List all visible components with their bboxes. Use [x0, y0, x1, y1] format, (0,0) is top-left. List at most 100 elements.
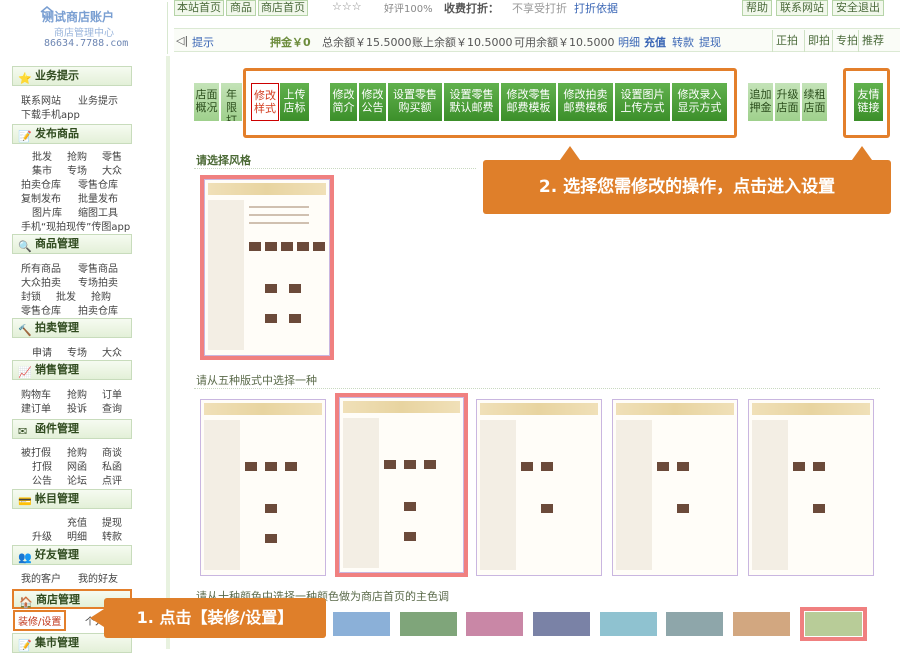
sidebar: ⭐ 业务提示 联系网站 业务提示 下载手机app 📝 发布商品 批发 抢购 零售 集…: [8, 60, 168, 653]
sidebar-link[interactable]: 升级: [32, 528, 52, 543]
sidebar-section-auction[interactable]: 🔨 拍卖管理: [12, 318, 132, 338]
sidebar-link[interactable]: 大众: [102, 162, 122, 177]
sidebar-section-sales[interactable]: 📈 销售管理: [12, 360, 132, 380]
sidebar-link[interactable]: 批发: [56, 288, 76, 303]
logout-button[interactable]: 安全退出: [832, 0, 884, 16]
sidebar-link[interactable]: 拍卖仓库: [21, 176, 61, 191]
sidebar-link[interactable]: 零售仓库: [21, 302, 61, 317]
nav-shop-home[interactable]: 商店首页: [258, 0, 308, 16]
thumb-item: [249, 242, 261, 251]
layout-thumbnail-2[interactable]: [339, 397, 464, 573]
hint-link[interactable]: 提示: [192, 34, 214, 50]
button-zhengpai[interactable]: 正拍: [772, 30, 801, 52]
sidebar-link[interactable]: 转款: [102, 528, 122, 543]
withdraw-link[interactable]: 提现: [699, 34, 721, 50]
sidebar-link[interactable]: 图片库: [32, 204, 62, 219]
tab-annual-discount[interactable]: 年限 打折: [221, 83, 243, 121]
callout-arrow: [90, 609, 104, 627]
sidebar-link[interactable]: 提现: [102, 514, 122, 529]
sidebar-link[interactable]: 抢购: [67, 444, 87, 459]
sidebar-section-goods[interactable]: 🔍 商品管理: [12, 234, 132, 254]
contact-site-button[interactable]: 联系网站: [776, 0, 828, 16]
sidebar-link[interactable]: 充值: [67, 514, 87, 529]
nav-goods[interactable]: 商品: [226, 0, 256, 16]
sidebar-link[interactable]: 零售商品: [78, 260, 118, 275]
color-swatch[interactable]: [400, 612, 457, 636]
sidebar-link[interactable]: 订单: [102, 386, 122, 401]
tab-add-deposit[interactable]: 追加 押金: [748, 83, 774, 121]
sidebar-link[interactable]: 复制发布: [21, 190, 61, 205]
sidebar-link[interactable]: 零售: [102, 148, 122, 163]
sidebar-link[interactable]: 零售仓库: [78, 176, 118, 191]
tab-renew-shop[interactable]: 续租 店面: [802, 83, 828, 121]
sidebar-link[interactable]: 我的好友: [78, 570, 118, 585]
sidebar-section-business[interactable]: ⭐ 业务提示: [12, 66, 132, 86]
button-jipai[interactable]: 即拍: [804, 30, 833, 52]
sidebar-link[interactable]: 点评: [102, 472, 122, 487]
color-swatch[interactable]: [533, 612, 590, 636]
sidebar-link[interactable]: 所有商品: [21, 260, 61, 275]
step2-callout: 2. 选择您需修改的操作，点击进入设置: [483, 160, 891, 214]
sidebar-link[interactable]: 网函: [67, 458, 87, 473]
color-swatch[interactable]: [666, 612, 723, 636]
sidebar-link[interactable]: 论坛: [67, 472, 87, 487]
sidebar-link[interactable]: 申请: [32, 344, 52, 359]
sidebar-link[interactable]: 被打假: [21, 444, 51, 459]
sidebar-section-accounts[interactable]: 💳 帐目管理: [12, 489, 132, 509]
detail-link[interactable]: 明细: [618, 34, 640, 50]
sidebar-link[interactable]: 专场: [67, 162, 87, 177]
sidebar-link[interactable]: 集市: [32, 162, 52, 177]
recharge-link[interactable]: 充值: [644, 34, 666, 50]
sidebar-section-publish[interactable]: 📝 发布商品: [12, 124, 132, 144]
button-recommend[interactable]: 推荐: [858, 30, 887, 52]
color-swatch[interactable]: [600, 612, 657, 636]
style-thumbnail[interactable]: [204, 179, 330, 356]
sidebar-link[interactable]: 大众: [102, 344, 122, 359]
color-swatch[interactable]: [333, 612, 390, 636]
layout-thumbnail-3[interactable]: [476, 399, 602, 576]
sidebar-link[interactable]: 联系网站: [21, 92, 61, 107]
sidebar-link[interactable]: 批发: [32, 148, 52, 163]
sidebar-link[interactable]: 购物车: [21, 386, 51, 401]
sidebar-link[interactable]: 我的客户: [21, 570, 61, 585]
sidebar-link[interactable]: 私函: [102, 458, 122, 473]
sidebar-link[interactable]: 手机“现拍现传”传图app: [21, 218, 130, 233]
sidebar-link[interactable]: 建订单: [21, 400, 51, 415]
highlight-tabs-box: [243, 68, 737, 138]
tab-upgrade-shop[interactable]: 升级 店面: [775, 83, 801, 121]
discount-link[interactable]: 打折依据: [574, 0, 618, 16]
layout-thumbnail-4[interactable]: [612, 399, 738, 576]
sidebar-link[interactable]: 商谈: [102, 444, 122, 459]
color-swatch[interactable]: [733, 612, 790, 636]
sidebar-link[interactable]: 专场拍卖: [78, 274, 118, 289]
sidebar-link[interactable]: 封锁: [21, 288, 41, 303]
color-swatch[interactable]: [466, 612, 523, 636]
sidebar-section-mail[interactable]: ✉ 函件管理: [12, 419, 132, 439]
sidebar-link[interactable]: 打假: [32, 458, 52, 473]
color-swatch[interactable]: [805, 612, 862, 636]
nav-home[interactable]: 本站首页: [174, 0, 224, 16]
sidebar-section-friends[interactable]: 👥 好友管理: [12, 545, 132, 565]
decorate-settings-link[interactable]: 装修/设置: [13, 610, 67, 631]
sidebar-link[interactable]: 抢购: [91, 288, 111, 303]
transfer-link[interactable]: 转款: [672, 34, 694, 50]
layout-thumbnail-5[interactable]: [748, 399, 874, 576]
layout-thumbnail-1[interactable]: [200, 399, 326, 576]
sidebar-link[interactable]: 明细: [67, 528, 87, 543]
sidebar-link[interactable]: 抢购: [67, 148, 87, 163]
sidebar-link[interactable]: 大众拍卖: [21, 274, 61, 289]
sidebar-link[interactable]: 投诉: [67, 400, 87, 415]
help-button[interactable]: 帮助: [742, 0, 772, 16]
sidebar-link[interactable]: 批量发布: [78, 190, 118, 205]
sidebar-link[interactable]: 专场: [67, 344, 87, 359]
button-zhuanpai[interactable]: 专拍: [832, 30, 861, 52]
sidebar-link[interactable]: 公告: [32, 472, 52, 487]
tab-shop-overview[interactable]: 店面 概况: [194, 83, 220, 121]
sidebar-link[interactable]: 抢购: [67, 386, 87, 401]
sidebar-link[interactable]: 拍卖仓库: [78, 302, 118, 317]
sidebar-link[interactable]: 业务提示: [78, 92, 118, 107]
sidebar-link[interactable]: 缩图工具: [78, 204, 118, 219]
sidebar-link[interactable]: 下载手机app: [21, 106, 80, 121]
sidebar-link[interactable]: 查询: [102, 400, 122, 415]
shop-logo[interactable]: 测试商店账户 商店管理中心 86634.7788.com: [8, 2, 168, 54]
